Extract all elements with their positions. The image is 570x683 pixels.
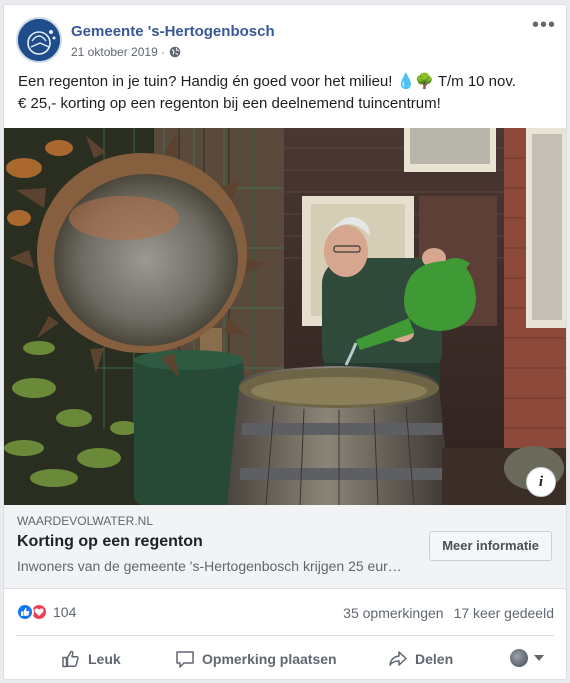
- user-avatar: [510, 649, 528, 667]
- reactions-summary[interactable]: 104: [16, 603, 76, 621]
- post-photo[interactable]: i: [4, 128, 566, 505]
- globe-icon: [169, 46, 181, 58]
- share-label: Delen: [415, 651, 454, 667]
- like-reaction-icon: [16, 603, 34, 621]
- caret-down-icon: [534, 655, 544, 661]
- share-arrow-icon: [389, 651, 407, 666]
- like-button[interactable]: Leuk: [61, 637, 121, 679]
- post-card: Gemeente 's-Hertogenbosch 21 oktober 201…: [3, 4, 567, 680]
- link-description: Inwoners van de gemeente 's-Hertogenbosc…: [17, 558, 407, 574]
- comment-button[interactable]: Opmerking plaatsen: [175, 637, 337, 679]
- page-name-link[interactable]: Gemeente 's-Hertogenbosch: [71, 23, 275, 40]
- actions-divider: [16, 635, 554, 636]
- municipality-logo-icon: [18, 19, 60, 61]
- page-avatar[interactable]: [16, 17, 62, 63]
- like-label: Leuk: [88, 651, 121, 667]
- engagement-counts: 35 opmerkingen 17 keer gedeeld: [343, 605, 554, 621]
- info-button[interactable]: i: [526, 467, 556, 497]
- comments-count[interactable]: 35 opmerkingen: [343, 605, 443, 621]
- post-as-selector[interactable]: [510, 649, 544, 667]
- link-title[interactable]: Korting op een regenton: [17, 533, 203, 551]
- post-message: Een regenton in je tuin? Handig én goed …: [18, 71, 558, 115]
- post-message-line-2: € 25,- korting op een regenton bij een d…: [18, 95, 441, 112]
- more-options-icon[interactable]: •••: [532, 15, 556, 35]
- comment-label: Opmerking plaatsen: [202, 651, 337, 667]
- share-button[interactable]: Delen: [388, 637, 454, 679]
- post-actions: Leuk Opmerking plaatsen Delen: [4, 637, 566, 679]
- photo-man-watering-rain-barrel: [4, 128, 566, 505]
- more-info-button[interactable]: Meer informatie: [429, 531, 552, 561]
- shares-count[interactable]: 17 keer gedeeld: [454, 605, 554, 621]
- post-date[interactable]: 21 oktober 2019 ·: [71, 45, 165, 59]
- post-message-line-1: Een regenton in je tuin? Handig én goed …: [18, 73, 516, 90]
- link-preview[interactable]: WAARDEVOLWATER.NL Korting op een regento…: [4, 505, 566, 589]
- post-stats: 104 35 opmerkingen 17 keer gedeeld: [4, 589, 566, 635]
- reaction-count: 104: [53, 604, 77, 620]
- thumbs-up-icon: [62, 650, 79, 668]
- comment-icon: [176, 651, 194, 668]
- post-meta: 21 oktober 2019 ·: [71, 45, 181, 59]
- post-header: Gemeente 's-Hertogenbosch 21 oktober 201…: [4, 5, 566, 69]
- link-domain: WAARDEVOLWATER.NL: [17, 514, 154, 528]
